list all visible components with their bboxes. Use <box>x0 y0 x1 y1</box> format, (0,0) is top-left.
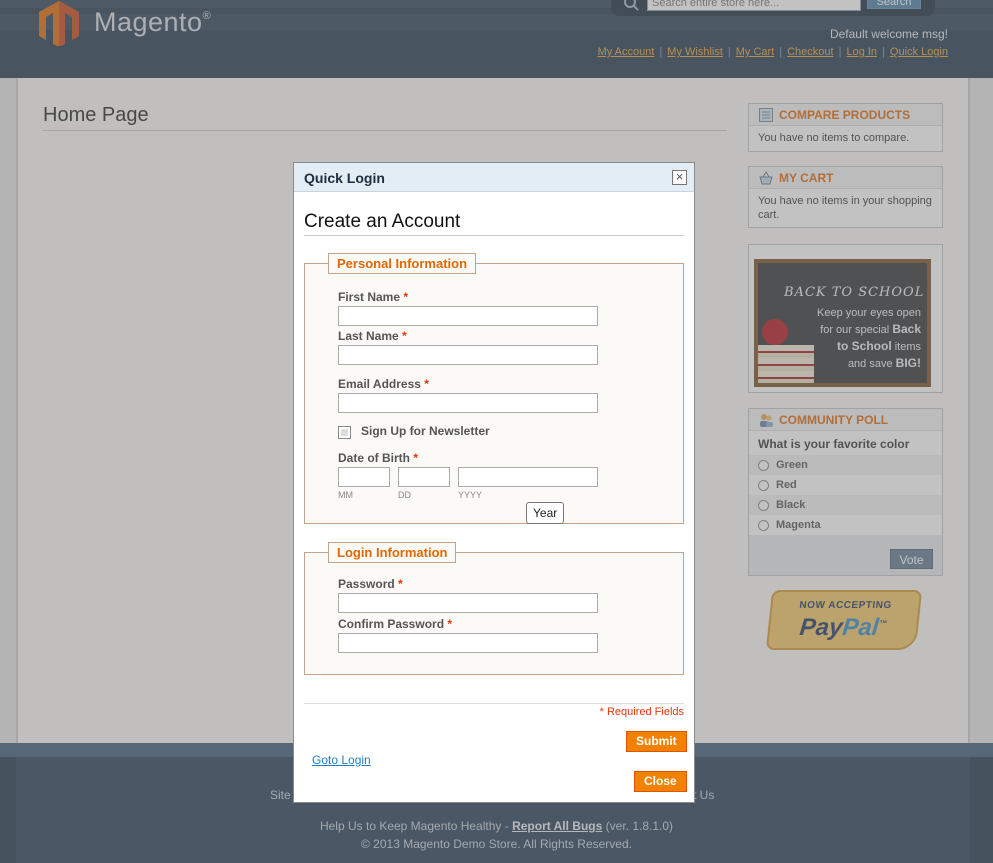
email-text: Email Address <box>338 377 421 391</box>
password-label: Password * <box>338 577 403 591</box>
required-asterisk: * <box>413 451 419 465</box>
password-input[interactable] <box>338 593 598 613</box>
login-information-fieldset: Login Information Password * Confirm Pas… <box>304 542 684 675</box>
quick-login-modal: Quick Login × Create an Account Personal… <box>293 162 695 803</box>
dob-month-input[interactable] <box>338 467 390 487</box>
last-name-input[interactable] <box>338 345 598 365</box>
dob-label: Date of Birth * <box>338 451 418 465</box>
close-button[interactable]: Close <box>634 771 687 792</box>
confirm-password-input[interactable] <box>338 633 598 653</box>
newsletter-checkbox[interactable] <box>338 426 351 439</box>
confirm-password-text: Confirm Password <box>338 617 445 631</box>
email-input[interactable] <box>338 393 598 413</box>
personal-information-fieldset: Personal Information First Name * Last N… <box>304 253 684 524</box>
dob-day-hint: DD <box>398 490 411 500</box>
divider <box>304 703 684 704</box>
required-fields-note: * Required Fields <box>599 706 684 718</box>
first-name-label: First Name * <box>338 290 408 304</box>
dob-month-hint: MM <box>338 490 353 500</box>
goto-login-link[interactable]: Goto Login <box>312 753 371 767</box>
dob-day-input[interactable] <box>398 467 450 487</box>
create-account-heading: Create an Account <box>304 211 684 236</box>
dob-text: Date of Birth <box>338 451 410 465</box>
required-asterisk: * <box>447 617 453 631</box>
submit-button[interactable]: Submit <box>626 731 687 752</box>
confirm-password-label: Confirm Password * <box>338 617 452 631</box>
login-information-legend: Login Information <box>328 542 457 563</box>
modal-title: Quick Login <box>304 170 385 186</box>
last-name-label: Last Name * <box>338 329 407 343</box>
last-name-text: Last Name <box>338 329 399 343</box>
newsletter-label[interactable]: Sign Up for Newsletter <box>361 424 490 438</box>
year-tooltip: Year <box>526 502 565 524</box>
required-asterisk: * <box>402 329 407 343</box>
first-name-text: First Name <box>338 290 401 304</box>
modal-header: Quick Login × <box>294 163 694 192</box>
close-icon[interactable]: × <box>672 170 687 185</box>
required-asterisk: * <box>398 577 403 591</box>
required-asterisk: * <box>424 377 429 391</box>
required-asterisk: * <box>403 290 409 304</box>
email-label: Email Address * <box>338 377 429 391</box>
dob-year-hint: YYYY <box>458 490 483 500</box>
password-text: Password <box>338 577 395 591</box>
dob-year-input[interactable] <box>458 467 598 487</box>
personal-information-legend: Personal Information <box>328 253 477 274</box>
first-name-input[interactable] <box>338 306 598 326</box>
